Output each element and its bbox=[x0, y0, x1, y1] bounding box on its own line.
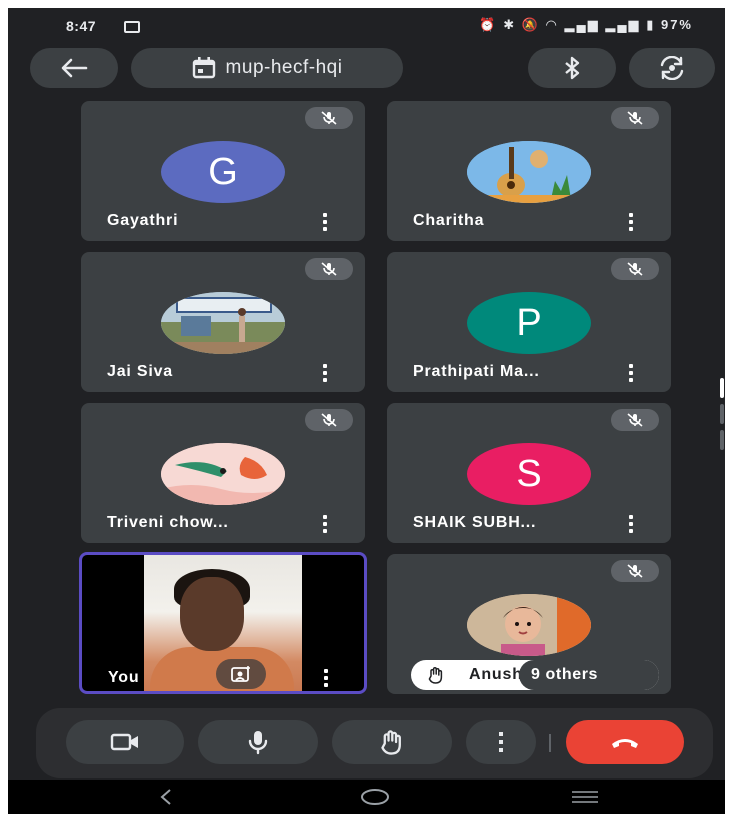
cast-icon bbox=[124, 21, 140, 33]
visual-effects-button[interactable] bbox=[216, 659, 266, 689]
camera-toggle-button[interactable] bbox=[66, 720, 184, 764]
avatar-initial: P bbox=[516, 301, 542, 344]
status-time: 8:47 bbox=[66, 18, 97, 34]
avatar: G bbox=[161, 141, 285, 203]
raise-hand-icon bbox=[381, 730, 401, 755]
effects-icon bbox=[231, 666, 250, 682]
muted-mic-icon bbox=[611, 107, 659, 129]
more-options-button[interactable] bbox=[466, 720, 536, 764]
avatar-photo-outdoor bbox=[161, 292, 285, 354]
avatar-initial: G bbox=[208, 150, 238, 193]
vibrate-icon: ✱ bbox=[503, 17, 517, 32]
muted-mic-icon bbox=[305, 107, 353, 129]
flip-camera-icon bbox=[660, 56, 684, 80]
back-button[interactable] bbox=[30, 48, 118, 88]
participant-tile[interactable]: G Gayathri bbox=[81, 101, 365, 241]
participant-name: Gayathri bbox=[107, 212, 179, 229]
controls-divider bbox=[549, 734, 551, 752]
microphone-toggle-button[interactable] bbox=[198, 720, 318, 764]
mute-notifications-icon: 🔕 bbox=[521, 17, 540, 32]
more-options-icon[interactable] bbox=[323, 515, 327, 533]
more-options-icon[interactable] bbox=[324, 669, 328, 687]
nav-back-icon bbox=[160, 789, 171, 805]
switch-camera-button[interactable] bbox=[629, 48, 715, 88]
status-bar: 8:47 ⏰ ✱ 🔕 ◠ ▂▄▆ ▂▄▆ ▮ 97% bbox=[8, 8, 725, 42]
avatar: S bbox=[467, 443, 591, 505]
muted-mic-icon bbox=[305, 409, 353, 431]
nav-recents-icon bbox=[572, 791, 598, 803]
top-bar: mup-hecf-hqi bbox=[8, 48, 725, 94]
more-options-icon[interactable] bbox=[629, 213, 633, 231]
muted-mic-icon bbox=[611, 560, 659, 582]
alarm-icon: ⏰ bbox=[479, 17, 498, 32]
others-tile[interactable]: Anush 9 others bbox=[387, 554, 671, 694]
more-options-icon[interactable] bbox=[323, 213, 327, 231]
calendar-icon bbox=[192, 57, 215, 79]
participant-tile[interactable]: Jai Siva bbox=[81, 252, 365, 392]
bluetooth-icon bbox=[565, 56, 580, 80]
more-options-icon[interactable] bbox=[629, 515, 633, 533]
battery-icon: ▮ bbox=[646, 17, 656, 32]
audio-device-button[interactable] bbox=[528, 48, 616, 88]
participant-name: Prathipati Ma... bbox=[413, 363, 540, 380]
raised-hand-name: Anush bbox=[469, 666, 523, 683]
others-count: 9 others bbox=[519, 660, 659, 690]
avatar-photo-hummingbird bbox=[161, 443, 285, 505]
participant-tile[interactable]: P Prathipati Ma... bbox=[387, 252, 671, 392]
more-options-icon[interactable] bbox=[629, 364, 633, 382]
hang-up-icon bbox=[612, 739, 638, 748]
self-name: You bbox=[108, 669, 140, 686]
wifi-icon: ◠ bbox=[545, 17, 559, 32]
grid-scroll-indicator[interactable] bbox=[720, 378, 725, 456]
meeting-code: mup-hecf-hqi bbox=[225, 57, 343, 78]
raised-hand-icon bbox=[427, 666, 445, 689]
muted-mic-icon bbox=[611, 258, 659, 280]
muted-mic-icon bbox=[611, 409, 659, 431]
more-vert-icon bbox=[499, 732, 503, 752]
participant-name: Triveni chow... bbox=[107, 514, 229, 531]
participant-tile[interactable]: Charitha bbox=[387, 101, 671, 241]
signal-icon-2: ▂▄▆ bbox=[605, 17, 641, 32]
leave-call-button[interactable] bbox=[566, 720, 684, 764]
call-controls-bar bbox=[36, 708, 713, 778]
nav-home-icon bbox=[361, 789, 389, 805]
signal-icon: ▂▄▆ bbox=[564, 17, 600, 32]
avatar: P bbox=[467, 292, 591, 354]
meet-call-screen: 8:47 ⏰ ✱ 🔕 ◠ ▂▄▆ ▂▄▆ ▮ 97% mup-hecf-hqi bbox=[8, 8, 725, 814]
battery-percent: 97% bbox=[660, 17, 693, 32]
participant-name: SHAIK SUBH... bbox=[413, 514, 537, 531]
more-options-icon[interactable] bbox=[323, 364, 327, 382]
participant-name: Charitha bbox=[413, 212, 485, 229]
microphone-icon bbox=[248, 731, 268, 755]
nav-home-button[interactable] bbox=[360, 788, 390, 811]
nav-recents-button[interactable] bbox=[570, 788, 600, 811]
participant-tile[interactable]: S SHAIK SUBH... bbox=[387, 403, 671, 543]
nav-back-button[interactable] bbox=[158, 788, 174, 811]
others-chip[interactable]: Anush 9 others bbox=[411, 660, 659, 690]
avatar-photo-child bbox=[467, 594, 591, 656]
avatar-photo-guitar bbox=[467, 141, 591, 203]
video-camera-icon bbox=[110, 733, 138, 751]
meeting-info-button[interactable]: mup-hecf-hqi bbox=[131, 48, 403, 88]
self-video-tile[interactable]: You bbox=[79, 552, 367, 694]
participant-tile[interactable]: Triveni chow... bbox=[81, 403, 365, 543]
raise-hand-button[interactable] bbox=[332, 720, 452, 764]
participant-name: Jai Siva bbox=[107, 363, 174, 380]
status-icons: ⏰ ✱ 🔕 ◠ ▂▄▆ ▂▄▆ ▮ 97% bbox=[479, 17, 693, 33]
back-arrow-icon bbox=[61, 58, 88, 78]
muted-mic-icon bbox=[305, 258, 353, 280]
avatar-initial: S bbox=[516, 452, 542, 495]
android-nav-bar bbox=[8, 780, 725, 814]
